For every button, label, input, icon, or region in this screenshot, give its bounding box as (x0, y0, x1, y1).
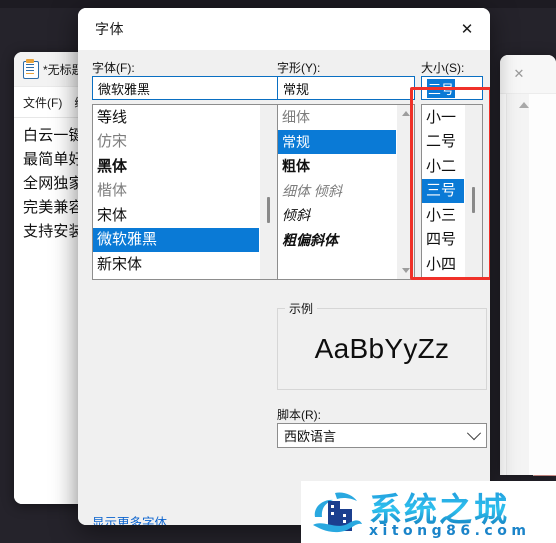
script-select[interactable]: 西欧语言 (277, 423, 487, 448)
dialog-body: 字体(F): 微软雅黑 等线 仿宋 黑体 楷体 宋体 微软雅黑 新宋体 字形(Y… (78, 50, 490, 525)
watermark: 系统之城 xitong86.com (301, 481, 556, 543)
script-label: 脚本(R): (277, 408, 321, 422)
scrollbar[interactable] (506, 94, 529, 475)
scrollbar-thumb[interactable] (472, 187, 475, 213)
list-item[interactable]: 黑体 (93, 154, 277, 179)
caret-up-icon[interactable] (519, 102, 529, 108)
script-value: 西欧语言 (284, 429, 337, 444)
size-list-scrollbar[interactable] (464, 105, 482, 279)
style-list-scrollbar[interactable] (396, 105, 414, 279)
font-style-value: 常规 (283, 81, 310, 97)
scrollbar-thumb[interactable] (267, 197, 270, 223)
font-style-input[interactable]: 常规 (277, 76, 415, 100)
font-family-label: 字体(F): (92, 61, 135, 75)
dialog-titlebar: 字体 ✕ (78, 8, 490, 50)
font-size-input[interactable]: 三号 (421, 76, 483, 100)
list-item-selected[interactable]: 常规 (278, 129, 414, 154)
secondary-window-content (500, 93, 556, 475)
list-item[interactable]: 新宋体 (93, 252, 277, 277)
show-more-fonts-link[interactable]: 显示更多字体 (92, 512, 167, 525)
font-style-list[interactable]: 细体 常规 粗体 细体 倾斜 倾斜 粗偏斜体 (277, 104, 415, 280)
list-item[interactable]: 细体 倾斜 (278, 179, 414, 204)
caret-down-icon[interactable] (402, 268, 410, 273)
font-dialog: 字体 ✕ 字体(F): 微软雅黑 等线 仿宋 黑体 楷体 宋体 微软雅黑 新宋体… (78, 8, 490, 525)
list-item[interactable]: 倾斜 (278, 203, 414, 228)
list-item[interactable]: 等线 (93, 105, 277, 130)
font-style-list-items: 细体 常规 粗体 细体 倾斜 倾斜 粗偏斜体 (278, 105, 414, 279)
list-item[interactable]: 细体 (278, 105, 414, 130)
font-size-value: 三号 (427, 78, 456, 98)
watermark-domain-text: xitong86.com (369, 523, 531, 539)
list-item[interactable]: 楷体 (93, 179, 277, 204)
secondary-window-titlebar: ✕ (500, 55, 556, 93)
list-item[interactable]: 宋体 (93, 203, 277, 228)
chevron-down-icon (466, 425, 482, 440)
caret-up-icon[interactable] (402, 111, 410, 116)
font-size-list[interactable]: 小一 二号 小二 三号 小三 四号 小四 (421, 104, 483, 280)
font-family-list-items: 等线 仿宋 黑体 楷体 宋体 微软雅黑 新宋体 (93, 105, 277, 279)
close-icon[interactable]: ✕ (444, 8, 490, 50)
building-wave-logo (313, 492, 362, 533)
desktop-top-strip (0, 0, 556, 8)
list-item[interactable]: 仿宋 (93, 130, 277, 155)
font-size-label: 大小(S): (421, 61, 465, 75)
list-item[interactable]: 粗偏斜体 (278, 228, 414, 253)
font-family-value: 微软雅黑 (98, 81, 151, 97)
font-style-label: 字形(Y): (277, 61, 321, 75)
font-family-list[interactable]: 等线 仿宋 黑体 楷体 宋体 微软雅黑 新宋体 (92, 104, 278, 280)
notepad-menu-file[interactable]: 文件(F) (23, 94, 62, 111)
background-secondary-window[interactable]: ✕ (500, 55, 556, 475)
sample-preview-text: AaBbYyZz (314, 333, 450, 364)
dialog-title: 字体 (95, 21, 124, 37)
list-item[interactable]: 粗体 (278, 154, 414, 179)
font-list-scrollbar[interactable] (259, 105, 277, 279)
close-icon[interactable]: ✕ (504, 64, 534, 84)
notepad-icon (22, 59, 39, 79)
font-family-input[interactable]: 微软雅黑 (92, 76, 278, 100)
list-item-selected[interactable]: 微软雅黑 (93, 227, 277, 252)
